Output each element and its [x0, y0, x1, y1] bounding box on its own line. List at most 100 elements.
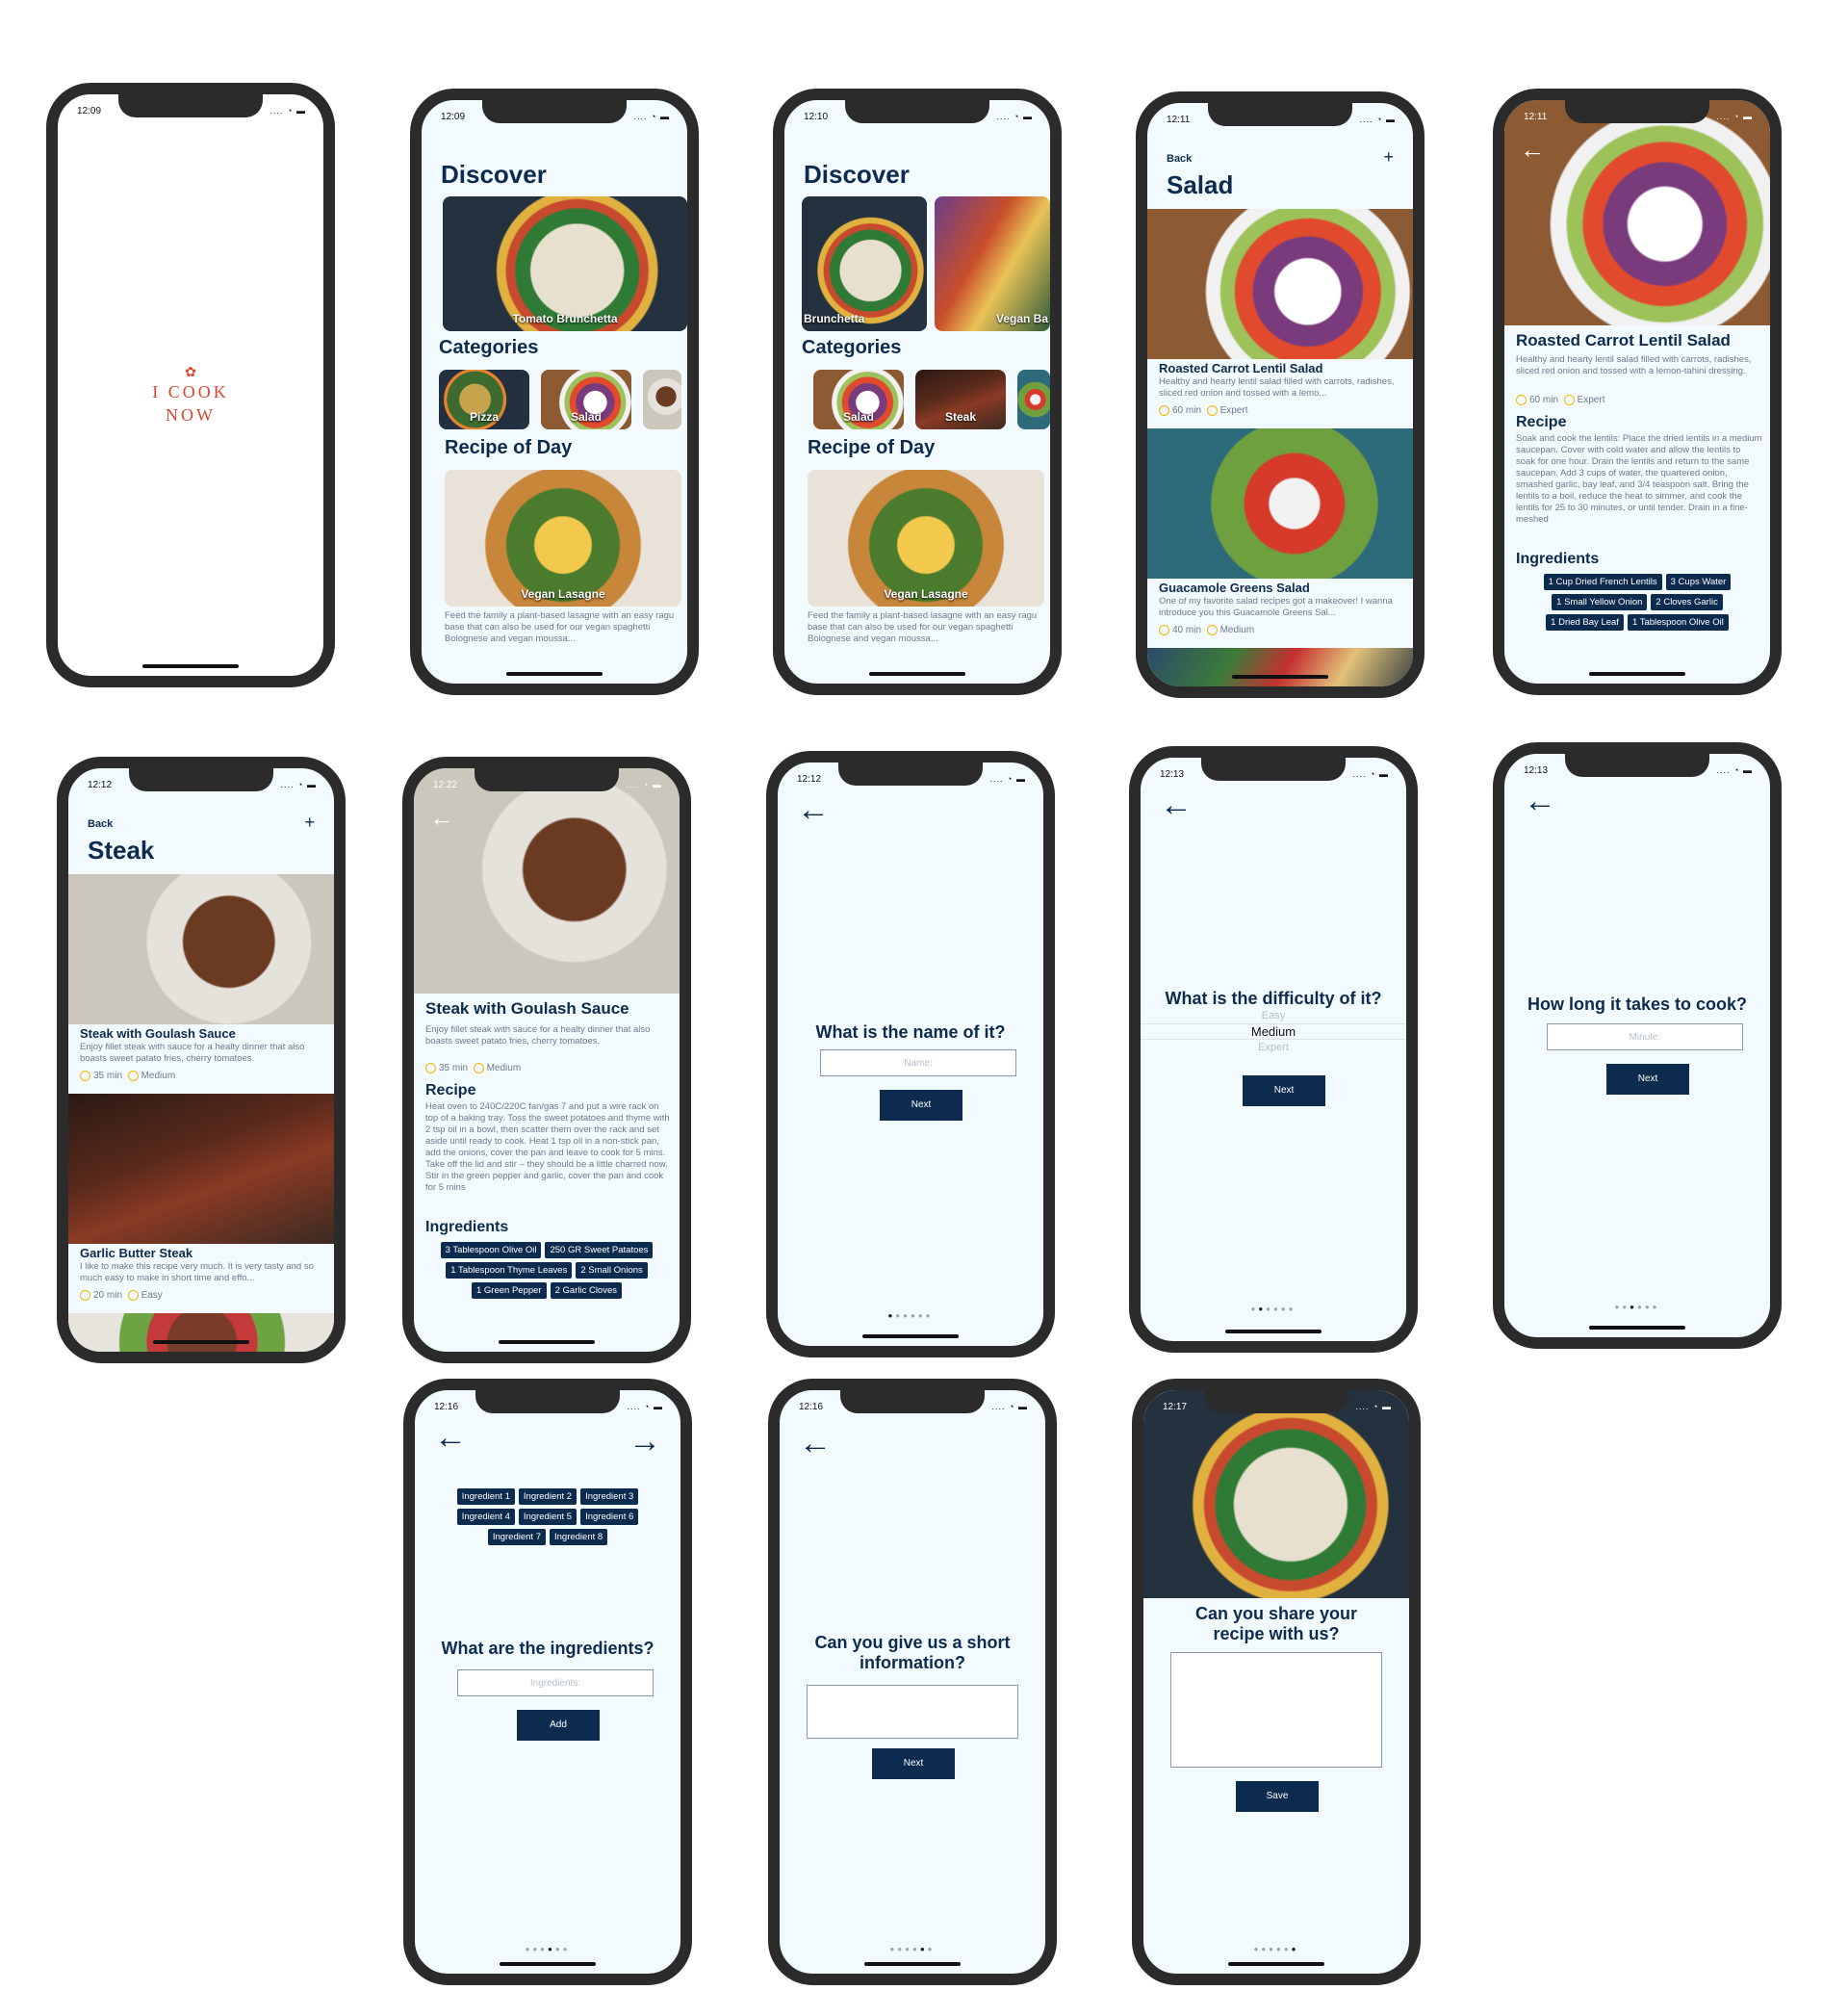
recipe-desc: Enjoy fillet steak with sauce for a heal…	[425, 1024, 651, 1047]
add-button[interactable]: Add	[517, 1710, 600, 1741]
next-button[interactable]: Next	[1243, 1075, 1325, 1106]
recipe-time: 20 min	[93, 1290, 123, 1302]
back-link[interactable]: Back	[88, 818, 113, 830]
phone-question-share: 12:17 .... ◔ ▬ Can you share your recipe …	[1132, 1379, 1421, 1985]
recipe-card-image[interactable]	[1147, 209, 1413, 359]
hero-card-1[interactable]: Brunchetta	[802, 196, 927, 331]
status-icons: .... ◔ ▬	[1355, 1402, 1392, 1411]
question-title: What is the difficulty of it?	[1165, 989, 1382, 1008]
back-arrow-icon[interactable]: ←	[799, 1427, 832, 1460]
ingredient-chip[interactable]: Ingredient 4	[456, 1509, 515, 1525]
ingredient-chip[interactable]: 1 Small Yellow Onion	[1552, 594, 1648, 610]
recipe-of-day-title: Recipe of Day	[445, 437, 573, 458]
page-title: Steak	[88, 836, 155, 865]
forward-arrow-icon[interactable]: →	[629, 1425, 661, 1458]
difficulty-picker[interactable]: Easy Medium Expert	[1141, 1010, 1406, 1053]
home-indicator	[1228, 1962, 1324, 1966]
recipe-card-title: Garlic Butter Steak	[80, 1246, 193, 1260]
picker-option[interactable]: Easy	[1262, 1010, 1285, 1021]
home-indicator	[499, 1340, 595, 1344]
chef-hat-icon	[127, 1290, 139, 1301]
page-title: Salad	[1167, 170, 1234, 199]
status-bar: 12:13 .... ◔ ▬	[1524, 765, 1753, 779]
picker-option-selected[interactable]: Medium	[1141, 1023, 1406, 1040]
ingredient-chip[interactable]: 250 GR Sweet Patatoes	[545, 1242, 654, 1258]
ingredient-chip[interactable]: Ingredient 3	[580, 1488, 639, 1505]
back-arrow-icon[interactable]: ←	[1160, 788, 1193, 821]
recipe-card-image[interactable]	[68, 1094, 334, 1244]
page-dots: ●●●●●●	[525, 1945, 571, 1953]
status-time: 12:16	[799, 1402, 824, 1412]
ingredient-chip[interactable]: 2 Garlic Cloves	[550, 1282, 623, 1299]
category-next[interactable]	[1017, 370, 1050, 429]
recipe-card-image[interactable]	[68, 1313, 334, 1352]
recipe-of-day-card[interactable]: Vegan Lasagne	[808, 470, 1044, 607]
ingredient-chip[interactable]: 1 Dried Bay Leaf	[1546, 614, 1624, 631]
ingredient-chip[interactable]: 2 Cloves Garlic	[1651, 594, 1723, 610]
status-bar: 12:11 .... ◔ ▬	[1524, 112, 1753, 125]
next-button[interactable]: Next	[1606, 1064, 1689, 1095]
category-steak[interactable]: Steak	[915, 370, 1006, 429]
status-time: 12:16	[434, 1402, 459, 1412]
status-icons: .... ◔ ▬	[633, 112, 670, 121]
ingredient-chip[interactable]: 1 Green Pepper	[471, 1282, 547, 1299]
status-bar: 12:22 .... ◔ ▬	[433, 780, 662, 793]
status-icons: .... ◔ ▬	[996, 112, 1033, 121]
recipe-level: Expert	[1219, 405, 1248, 417]
category-salad[interactable]: Salad	[541, 370, 631, 429]
status-time: 12:17	[1163, 1402, 1188, 1412]
category-salad[interactable]: Salad	[813, 370, 904, 429]
hero-caption: Brunchetta	[804, 312, 865, 325]
ingredient-chip[interactable]: 3 Tablespoon Olive Oil	[440, 1242, 542, 1258]
next-button[interactable]: Next	[880, 1090, 962, 1121]
recipe-level: Medium	[1219, 625, 1255, 636]
ingredient-chip[interactable]: Ingredient 2	[518, 1488, 578, 1505]
phone-question-name: 12:12.... ◔ ▬ ← What is the name of it? …	[766, 751, 1055, 1357]
ingredient-chip[interactable]: 2 Small Onions	[576, 1262, 648, 1279]
category-pizza[interactable]: Pizza	[439, 370, 529, 429]
status-bar: 12:12 .... ◔ ▬	[88, 780, 317, 793]
back-link[interactable]: Back	[1167, 153, 1192, 165]
minute-input[interactable]: Minute:	[1547, 1023, 1743, 1050]
recipe-card-image[interactable]	[1147, 428, 1413, 579]
status-bar: 12:10 .... ◔ ▬	[804, 112, 1033, 125]
recipe-time: 40 min	[1172, 625, 1202, 636]
ingredient-chip[interactable]: Ingredient 5	[518, 1509, 578, 1525]
back-arrow-icon[interactable]: ←	[434, 1421, 467, 1454]
back-arrow-icon[interactable]: ←	[1520, 135, 1545, 165]
recipe-desc: Feed the family a plant-based lasagne wi…	[445, 610, 675, 644]
ingredient-chip[interactable]: 1 Tablespoon Olive Oil	[1627, 614, 1729, 631]
info-textarea[interactable]	[807, 1685, 1018, 1739]
recipe-desc: Healthy and hearty lentil salad filled w…	[1516, 354, 1752, 376]
recipe-card-image[interactable]	[1147, 648, 1413, 686]
recipe-card-image[interactable]	[68, 874, 334, 1024]
next-button[interactable]: Next	[872, 1748, 955, 1779]
categories-title: Categories	[439, 337, 539, 358]
back-arrow-icon[interactable]: ←	[1524, 785, 1556, 817]
picker-option[interactable]: Expert	[1258, 1042, 1289, 1053]
ingredient-chip[interactable]: 1 Tablespoon Thyme Leaves	[446, 1262, 573, 1279]
question-title: What are the ingredients?	[441, 1639, 654, 1658]
hero-card-2[interactable]: Vegan Ba	[935, 196, 1050, 331]
name-input[interactable]: Name:	[820, 1049, 1016, 1076]
chef-hat-icon	[127, 1071, 139, 1081]
recipe-time: 35 min	[93, 1071, 123, 1082]
recipe-textarea[interactable]	[1170, 1652, 1382, 1768]
back-arrow-icon[interactable]: ←	[429, 803, 454, 833]
recipe-desc: Feed the family a plant-based lasagne wi…	[808, 610, 1038, 644]
add-button[interactable]: +	[304, 813, 315, 833]
ingredient-chip[interactable]: 1 Cup Dried French Lentils	[1543, 574, 1662, 590]
ingredient-chip[interactable]: 3 Cups Water	[1665, 574, 1732, 590]
hero-card[interactable]: Tomato Brunchetta	[443, 196, 687, 331]
ingredient-chip[interactable]: Ingredient 8	[550, 1529, 608, 1545]
question-title: How long it takes to cook?	[1527, 995, 1747, 1014]
recipe-of-day-card[interactable]: Vegan Lasagne	[445, 470, 681, 607]
ingredients-input[interactable]: Ingredients:	[457, 1669, 654, 1696]
back-arrow-icon[interactable]: ←	[797, 793, 830, 826]
ingredient-chip[interactable]: Ingredient 1	[456, 1488, 515, 1505]
save-button[interactable]: Save	[1236, 1781, 1319, 1812]
ingredient-chip[interactable]: Ingredient 6	[580, 1509, 639, 1525]
add-button[interactable]: +	[1383, 147, 1394, 168]
category-next[interactable]	[643, 370, 681, 429]
ingredient-chip[interactable]: Ingredient 7	[487, 1529, 546, 1545]
